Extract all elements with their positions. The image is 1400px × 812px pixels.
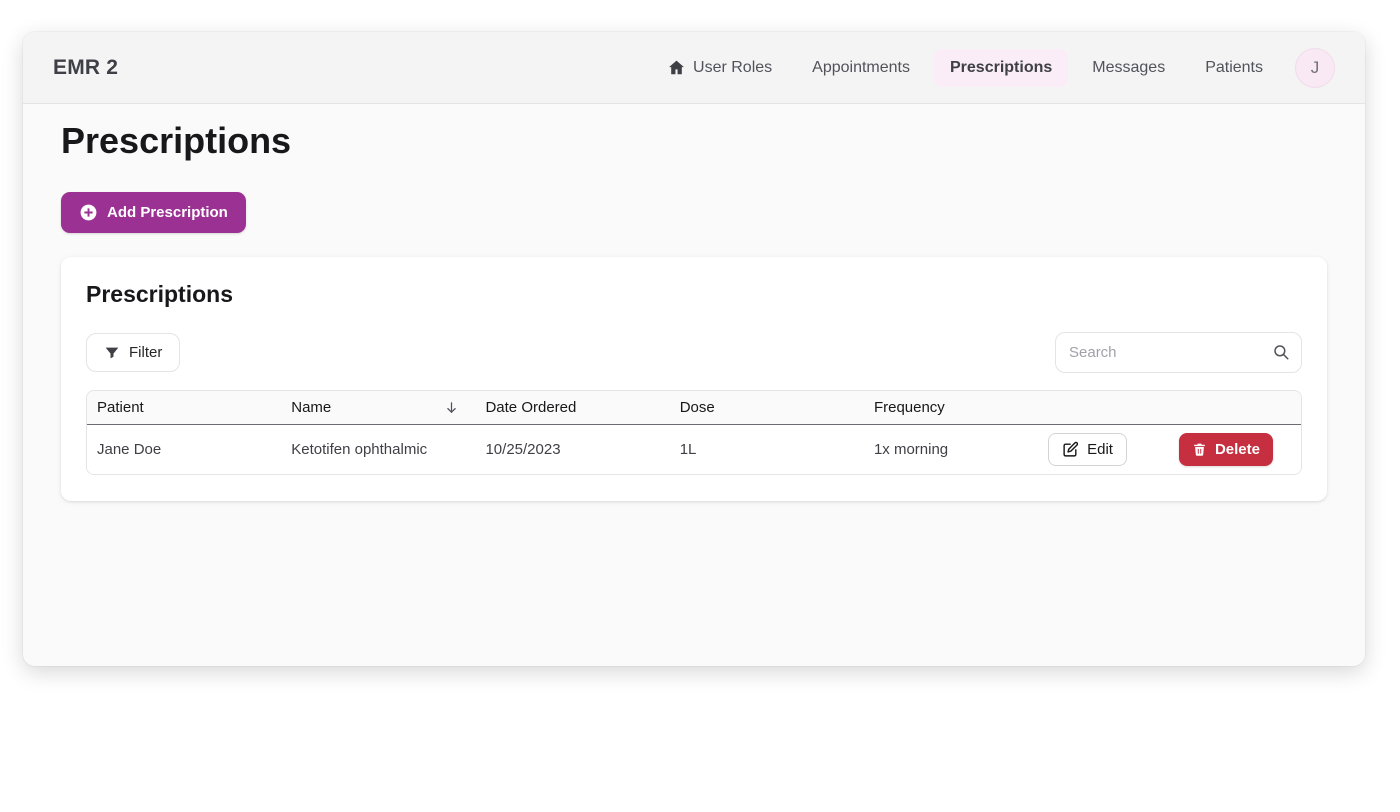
cell-patient: Jane Doe <box>87 425 281 474</box>
column-header-date-ordered[interactable]: Date Ordered <box>475 391 669 425</box>
main-content: Prescriptions Add Prescription Prescript… <box>23 104 1365 501</box>
nav-item-label: Messages <box>1092 59 1165 77</box>
add-prescription-label: Add Prescription <box>107 204 228 221</box>
trash-icon <box>1192 442 1207 457</box>
nav-item-appointments[interactable]: Appointments <box>796 49 926 87</box>
funnel-icon <box>104 345 120 361</box>
main-nav: User Roles Appointments Prescriptions Me… <box>652 49 1279 87</box>
column-header-name-label: Name <box>291 399 331 416</box>
nav-item-label: User Roles <box>693 59 772 77</box>
card-title: Prescriptions <box>86 281 1302 308</box>
sort-descending-icon[interactable] <box>444 400 459 415</box>
cell-frequency: 1x morning <box>864 425 1034 474</box>
user-avatar[interactable]: J <box>1295 48 1335 88</box>
table-toolbar: Filter <box>86 332 1302 373</box>
cell-name: Ketotifen ophthalmic <box>281 425 475 474</box>
edit-button[interactable]: Edit <box>1048 433 1127 466</box>
delete-button-label: Delete <box>1215 441 1260 458</box>
nav-item-label: Patients <box>1205 59 1263 77</box>
row-actions: Edit Delete <box>1044 433 1291 466</box>
top-nav-bar: EMR 2 User Roles Appointments Prescripti… <box>23 32 1365 104</box>
plus-circle-icon <box>79 203 98 222</box>
cell-dose: 1L <box>670 425 864 474</box>
delete-button[interactable]: Delete <box>1179 433 1273 466</box>
table-row: Jane Doe Ketotifen ophthalmic 10/25/2023… <box>87 425 1301 474</box>
column-header-actions <box>1034 391 1301 425</box>
filter-button-label: Filter <box>129 344 162 361</box>
app-window: EMR 2 User Roles Appointments Prescripti… <box>23 32 1365 666</box>
avatar-initial: J <box>1311 58 1320 78</box>
search-icon <box>1272 343 1290 361</box>
column-header-patient[interactable]: Patient <box>87 391 281 425</box>
nav-item-messages[interactable]: Messages <box>1076 49 1181 87</box>
prescriptions-table: Patient Name Date Ordered Dose <box>86 390 1302 475</box>
pencil-square-icon <box>1062 441 1079 458</box>
nav-item-prescriptions[interactable]: Prescriptions <box>934 49 1068 87</box>
column-header-frequency[interactable]: Frequency <box>864 391 1034 425</box>
cell-date-ordered: 10/25/2023 <box>475 425 669 474</box>
page-title: Prescriptions <box>61 118 1327 163</box>
search-box <box>1055 332 1302 373</box>
add-prescription-button[interactable]: Add Prescription <box>61 192 246 233</box>
nav-item-label: Prescriptions <box>950 59 1052 77</box>
home-icon <box>668 59 685 76</box>
nav-item-patients[interactable]: Patients <box>1189 49 1279 87</box>
table-header-row: Patient Name Date Ordered Dose <box>87 391 1301 425</box>
nav-item-label: Appointments <box>812 59 910 77</box>
edit-button-label: Edit <box>1087 441 1113 458</box>
column-header-dose[interactable]: Dose <box>670 391 864 425</box>
nav-item-user-roles[interactable]: User Roles <box>652 49 788 87</box>
column-header-name[interactable]: Name <box>281 391 475 425</box>
app-logo: EMR 2 <box>53 56 118 80</box>
search-input[interactable] <box>1055 332 1302 373</box>
prescriptions-card: Prescriptions Filter <box>61 257 1327 501</box>
filter-button[interactable]: Filter <box>86 333 180 372</box>
